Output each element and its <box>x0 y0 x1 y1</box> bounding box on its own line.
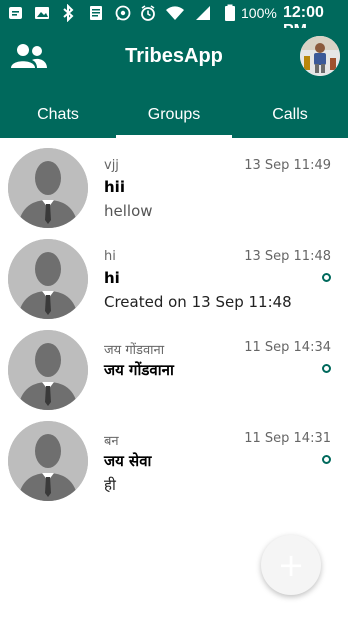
app-title: TribesApp <box>125 45 223 67</box>
unread-indicator <box>322 364 331 373</box>
document-icon <box>90 6 102 20</box>
battery-percent: 100% <box>241 5 277 21</box>
last-sender: जय गोंडवाना <box>104 361 174 379</box>
tab-calls[interactable]: Calls <box>232 92 348 138</box>
group-name: जय गोंडवाना <box>104 343 165 358</box>
timestamp: 13 Sep 11:49 <box>244 158 331 173</box>
list-item[interactable]: hi 13 Sep 11:48 hi Created on 13 Sep 11:… <box>0 229 348 320</box>
last-message: ही <box>104 476 116 494</box>
group-name: बन <box>104 434 119 449</box>
notification-icon <box>9 7 22 19</box>
list-item[interactable]: बन 11 Sep 14:31 जय सेवा ही <box>0 411 348 502</box>
avatar <box>8 330 88 410</box>
group-name: vjj <box>104 158 119 173</box>
battery-icon <box>225 4 235 21</box>
group-name: hi <box>104 249 116 264</box>
unread-indicator <box>322 455 331 464</box>
timestamp: 11 Sep 14:31 <box>244 431 331 446</box>
person-placeholder-icon <box>8 330 88 410</box>
tab-bar: Chats Groups Calls <box>0 92 348 138</box>
list-item[interactable]: जय गोंडवाना 11 Sep 14:34 जय गोंडवाना <box>0 320 348 411</box>
profile-avatar[interactable] <box>300 36 340 76</box>
person-placeholder-icon <box>8 421 88 501</box>
wifi-icon <box>166 6 184 21</box>
timestamp: 13 Sep 11:48 <box>244 249 331 264</box>
gallery-icon <box>35 7 49 19</box>
person-placeholder-icon <box>8 239 88 319</box>
last-sender: जय सेवा <box>104 452 152 470</box>
last-sender: hii <box>104 178 125 196</box>
avatar <box>8 148 88 228</box>
bluetooth-icon <box>63 4 74 22</box>
add-group-button[interactable]: + <box>261 535 321 595</box>
timestamp: 11 Sep 14:34 <box>244 340 331 355</box>
alarm-icon <box>141 5 155 21</box>
app-bar: TribesApp <box>0 28 348 92</box>
avatar <box>8 421 88 501</box>
tab-groups[interactable]: Groups <box>116 92 232 138</box>
person-placeholder-icon <box>8 148 88 228</box>
last-sender: hi <box>104 269 120 287</box>
tab-chats[interactable]: Chats <box>0 92 116 138</box>
avatar <box>8 239 88 319</box>
signal-icon <box>196 6 210 20</box>
last-message: Created on 13 Sep 11:48 <box>104 293 292 311</box>
list-item[interactable]: vjj 13 Sep 11:49 hii hellow <box>0 138 348 229</box>
status-bar: 100% 12:00 PM <box>0 0 348 39</box>
unread-indicator <box>322 273 331 282</box>
group-list: vjj 13 Sep 11:49 hii hellow hi 13 Sep 11… <box>0 138 348 502</box>
last-message: hellow <box>104 202 153 220</box>
whatsapp-icon <box>115 5 131 21</box>
